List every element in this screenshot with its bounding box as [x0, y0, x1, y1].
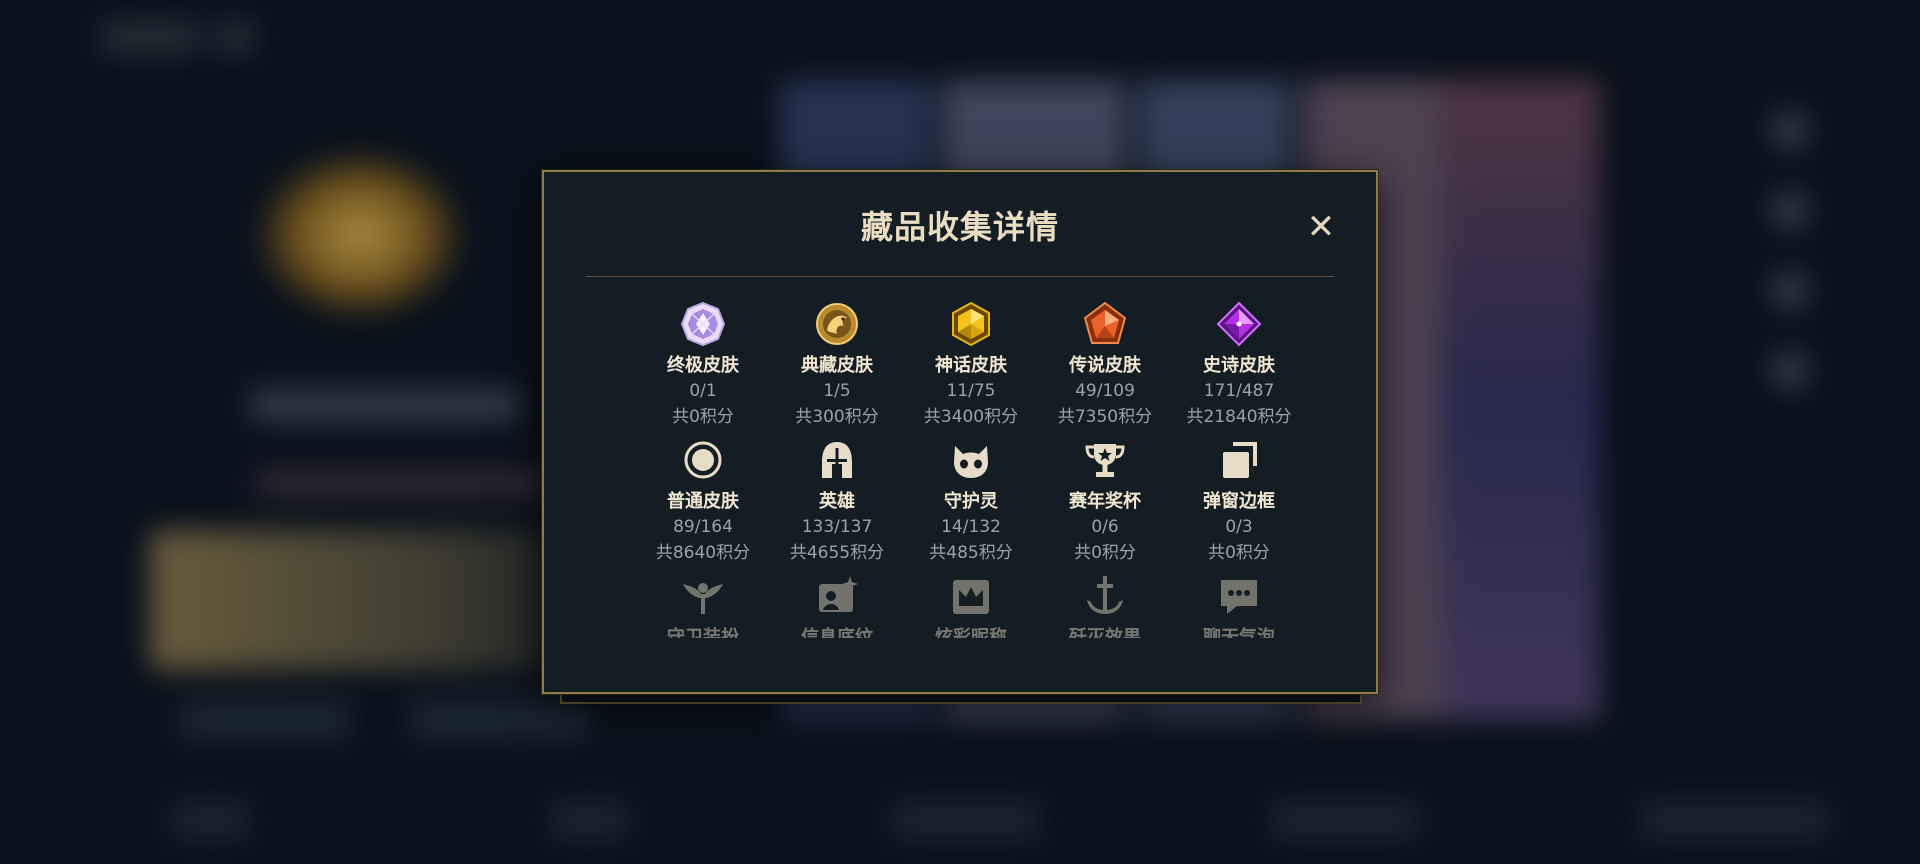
bg-side-icon — [1770, 350, 1810, 390]
category-label: 英雄 — [819, 491, 855, 512]
category-label: 弹窗边框 — [1203, 491, 1275, 512]
ultimate-gem-icon — [680, 301, 726, 347]
bg-bottom-tab — [1270, 800, 1420, 840]
category-label: 传说皮肤 — [1069, 355, 1141, 376]
category-count: 0/1 — [689, 381, 717, 401]
cat-head-icon — [954, 446, 988, 478]
category-label: 守卫装扮 — [667, 627, 739, 638]
collection-details-dialog: 藏品收集详情 ✕ 终极皮肤 0/1 共0积分 典藏皮肤 1/5 共300积分 神… — [542, 170, 1378, 694]
bg-side-icon — [1770, 270, 1810, 310]
category-count: 0/3 — [1225, 517, 1253, 537]
category-label: 典藏皮肤 — [801, 355, 873, 376]
mythic-gem-icon — [952, 301, 990, 347]
category-count: 133/137 — [801, 517, 873, 537]
category-count: 89/164 — [673, 517, 733, 537]
category-points: 共21840积分 — [1186, 407, 1292, 427]
category-points: 共8640积分 — [655, 543, 751, 563]
helmet-icon — [822, 442, 852, 478]
category-label: 聊天气泡 — [1203, 627, 1275, 638]
category-count: 1/5 — [823, 381, 851, 401]
bg-bottom-tab — [890, 800, 1040, 840]
category-label: 终极皮肤 — [667, 355, 739, 376]
bg-emblem — [255, 150, 465, 320]
crown-card-icon — [953, 580, 989, 614]
category-item[interactable]: 信息底纹 — [770, 572, 904, 638]
stacked-frames-icon — [1223, 442, 1257, 478]
category-label: 信息底纹 — [801, 627, 873, 638]
close-button[interactable]: ✕ — [1304, 210, 1338, 244]
ward-icon — [683, 583, 723, 614]
category-item[interactable]: 聊天气泡 — [1172, 572, 1306, 638]
category-count: 171/487 — [1203, 381, 1275, 401]
sparkle-card-icon — [819, 576, 858, 612]
bg-button — [180, 700, 350, 740]
category-item[interactable]: 守护灵 14/132 共485积分 — [904, 436, 1038, 563]
anchor-sword-icon — [1087, 576, 1123, 614]
bg-button — [410, 700, 590, 740]
category-item[interactable]: 典藏皮肤 1/5 共300积分 — [770, 300, 904, 427]
category-count: 49/109 — [1075, 381, 1135, 401]
bg-card — [150, 530, 550, 670]
ring-icon — [684, 441, 722, 479]
category-points: 共485积分 — [929, 543, 1013, 563]
category-points: 共0积分 — [672, 407, 734, 427]
category-item[interactable]: 守卫装扮 — [636, 572, 770, 638]
category-label: 史诗皮肤 — [1203, 355, 1275, 376]
category-item[interactable]: 史诗皮肤 171/487 共21840积分 — [1172, 300, 1306, 427]
category-label: 守护灵 — [944, 491, 998, 512]
dialog-title: 藏品收集详情 — [860, 208, 1059, 246]
category-label: 赛年奖杯 — [1069, 491, 1141, 512]
category-label: 神话皮肤 — [935, 355, 1007, 376]
category-item[interactable]: 赛年奖杯 0/6 共0积分 — [1038, 436, 1172, 563]
category-item[interactable]: 传说皮肤 49/109 共7350积分 — [1038, 300, 1172, 427]
bg-side-icon — [1770, 110, 1810, 150]
chat-bubble-icon — [1221, 580, 1257, 614]
bg-bottom-tab — [1640, 800, 1830, 840]
category-points: 共0积分 — [1074, 543, 1136, 563]
legendary-gem-icon — [1083, 301, 1127, 344]
category-item[interactable]: 英雄 133/137 共4655积分 — [770, 436, 904, 563]
trophy-icon — [1085, 444, 1125, 477]
dragon-emblem-icon — [816, 303, 858, 345]
category-count: 11/75 — [946, 381, 996, 401]
category-item[interactable]: 弹窗边框 0/3 共0积分 — [1172, 436, 1306, 563]
category-item[interactable]: 炫彩昵称 — [904, 572, 1038, 638]
category-label: 歼灭效果 — [1069, 627, 1141, 638]
bg-name-bar — [250, 388, 520, 422]
bg-bottom-tab — [550, 800, 630, 840]
category-item[interactable]: 歼灭效果 — [1038, 572, 1172, 638]
bg-top-bar-item — [215, 20, 255, 54]
category-item[interactable]: 终极皮肤 0/1 共0积分 — [636, 300, 770, 427]
epic-gem-icon — [1216, 301, 1262, 347]
title-divider — [586, 276, 1334, 277]
category-label: 炫彩昵称 — [935, 627, 1007, 638]
category-points: 共4655积分 — [789, 543, 885, 563]
category-points: 共7350积分 — [1057, 407, 1153, 427]
category-points: 共0积分 — [1208, 543, 1270, 563]
dialog-footer-edge — [560, 694, 1362, 704]
category-count: 0/6 — [1091, 517, 1119, 537]
category-label: 普通皮肤 — [667, 491, 739, 512]
category-item[interactable]: 神话皮肤 11/75 共3400积分 — [904, 300, 1038, 427]
category-points: 共3400积分 — [923, 407, 1019, 427]
category-count: 14/132 — [941, 517, 1001, 537]
category-item[interactable]: 普通皮肤 89/164 共8640积分 — [636, 436, 770, 563]
bg-bottom-tab — [170, 800, 250, 840]
bg-sub-bar — [255, 470, 555, 496]
category-points: 共300积分 — [795, 407, 879, 427]
bg-side-icon — [1770, 190, 1810, 230]
bg-skin-column — [1440, 80, 1600, 720]
category-grid: 终极皮肤 0/1 共0积分 典藏皮肤 1/5 共300积分 神话皮肤 11/75… — [636, 300, 1292, 638]
bg-top-bar — [100, 20, 200, 54]
